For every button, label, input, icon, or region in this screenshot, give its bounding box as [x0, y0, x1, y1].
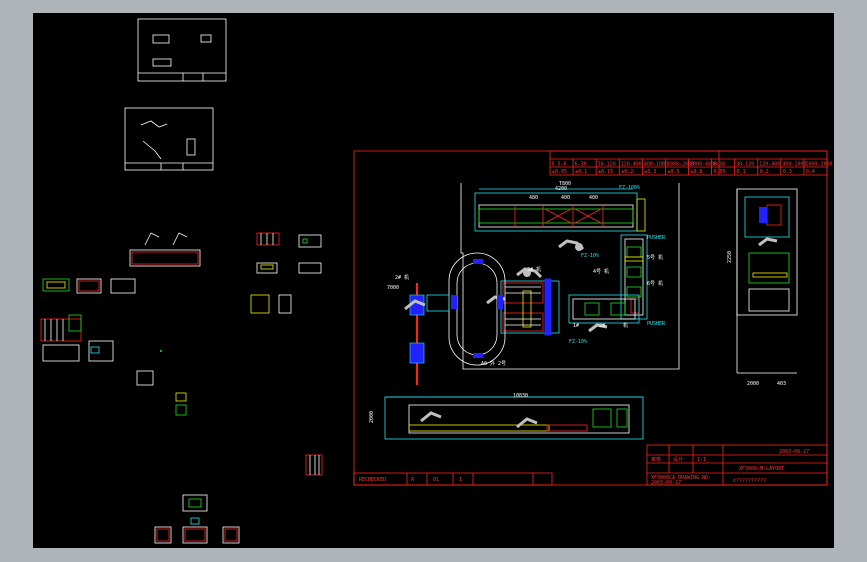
part-cluster-left[interactable] — [40, 278, 187, 416]
tolerance-value-10: 0.3 — [783, 169, 792, 175]
bottom-width-dim: 2000 — [747, 381, 759, 387]
tolerance-range-11: 1000-2000 — [805, 162, 832, 168]
title-bottom-left2: 2003-09-27 — [651, 480, 681, 486]
title-date: 2003-09-27 — [779, 449, 809, 455]
bottom-small-dim: 403 — [777, 381, 786, 387]
revision-strip[interactable]: RECHECKED A 01 1 — [353, 472, 553, 486]
svg-text:6号 机: 6号 机 — [647, 280, 663, 287]
lower-conveyor[interactable] — [568, 294, 640, 324]
front-elevation[interactable]: 10830 2000 — [369, 393, 644, 440]
title-company: ©?????????? — [733, 478, 766, 484]
tolerance-range-3: 120-400 — [621, 162, 642, 168]
top-sub-dim-3: 400 — [589, 195, 598, 201]
main-drawing-frame[interactable] — [353, 150, 828, 486]
tolerance-range-8: 30-120 — [736, 162, 754, 168]
pusher-bottom-label: PUSHER — [647, 321, 666, 327]
title-approve: 审核 — [651, 456, 661, 463]
title-scale: 1:1 — [697, 457, 706, 463]
tolerance-table[interactable]: 0.5-6±0.056-30±0.130-120±0.15120-400±0.2… — [549, 150, 833, 176]
rev-qty: 1 — [459, 477, 462, 483]
tolerance-range-0: 0.5-6 — [552, 162, 567, 168]
part-cluster-bottom[interactable] — [154, 454, 323, 544]
svg-text:机: 机 — [623, 322, 628, 329]
rev-sheet: 01 — [433, 477, 439, 483]
tolerance-value-7: 0.05 — [714, 169, 726, 175]
top-sub-dim-1: 480 — [529, 195, 538, 201]
top-width-dim: 4200 — [555, 186, 567, 192]
tolerance-range-2: 30-120 — [598, 162, 616, 168]
svg-text:3# 机: 3# 机 — [527, 266, 541, 273]
svg-text:2# 机: 2# 机 — [395, 274, 409, 281]
part-cluster-top[interactable] — [129, 232, 322, 314]
tolerance-value-5: ±0.5 — [667, 169, 679, 175]
svg-text:5号 机: 5号 机 — [647, 254, 663, 261]
side-elevation[interactable]: 2000 403 2250 — [727, 188, 798, 387]
tolerance-range-7: 6-30 — [713, 162, 725, 168]
side-height-dim: 2250 — [727, 251, 733, 263]
front-width-dim: 10830 — [513, 393, 528, 399]
tolerance-range-9: 120-400 — [759, 162, 780, 168]
svg-text:2#: 2# — [599, 323, 605, 329]
tolerance-value-0: ±0.05 — [552, 169, 567, 175]
tolerance-value-1: ±0.1 — [575, 169, 587, 175]
rev-rev: A — [411, 477, 414, 483]
fz-top-label: FZ-100% — [619, 185, 640, 191]
cad-viewport[interactable]: 0.5-6 ±0.05 6-30 ±0.1 30-120 ±0.15 120-400 ±0.2… — [33, 13, 834, 548]
tolerance-value-2: ±0.15 — [598, 169, 613, 175]
tolerance-range-4: 400-1000 — [644, 162, 668, 168]
sheet-thumb-2[interactable] — [124, 107, 214, 171]
cad-drawing-canvas[interactable]: 0.5-6±0.056-30±0.130-120±0.15120-400±0.2… — [33, 13, 834, 548]
front-height-dim: 2000 — [369, 411, 375, 423]
top-sub-dim-2: 400 — [561, 195, 570, 201]
title-drawing-no: XF3000-M-LAYOUT — [739, 466, 784, 472]
svg-text:1#: 1# — [573, 323, 579, 329]
tolerance-range-10: 400-1000 — [782, 162, 806, 168]
tolerance-value-4: ±0.3 — [644, 169, 656, 175]
title-block[interactable]: 2003-09-27 XF3000-M-LAYOUT ©?????????? 审… — [646, 444, 828, 486]
title-design: 设计 — [673, 456, 683, 463]
tolerance-value-9: 0.2 — [760, 169, 769, 175]
robot-arm-1[interactable] — [558, 239, 585, 251]
svg-text:7000: 7000 — [387, 285, 399, 291]
svg-text:A0 外 2号: A0 外 2号 — [481, 360, 506, 367]
tolerance-value-11: 0.4 — [806, 169, 815, 175]
tolerance-value-6: ±0.8 — [691, 169, 703, 175]
tolerance-value-3: ±0.2 — [621, 169, 633, 175]
tolerance-value-8: 0.1 — [737, 169, 746, 175]
top-conveyor[interactable]: 4200 480 400 400 FZ-100% — [474, 185, 646, 232]
feed-line[interactable] — [404, 283, 450, 385]
rev-note: RECHECKED — [359, 477, 386, 483]
svg-text:FZ-10%: FZ-10% — [569, 339, 587, 345]
svg-text:4号 机: 4号 机 — [593, 268, 609, 275]
sheet-thumb-1[interactable] — [137, 18, 227, 82]
central-station[interactable] — [500, 278, 560, 336]
svg-text:FZ-10%: FZ-10% — [581, 253, 599, 259]
racetrack-conveyor[interactable] — [448, 252, 506, 366]
pusher-top-label: PUSHER — [647, 235, 666, 241]
tolerance-range-1: 6-30 — [575, 162, 587, 168]
